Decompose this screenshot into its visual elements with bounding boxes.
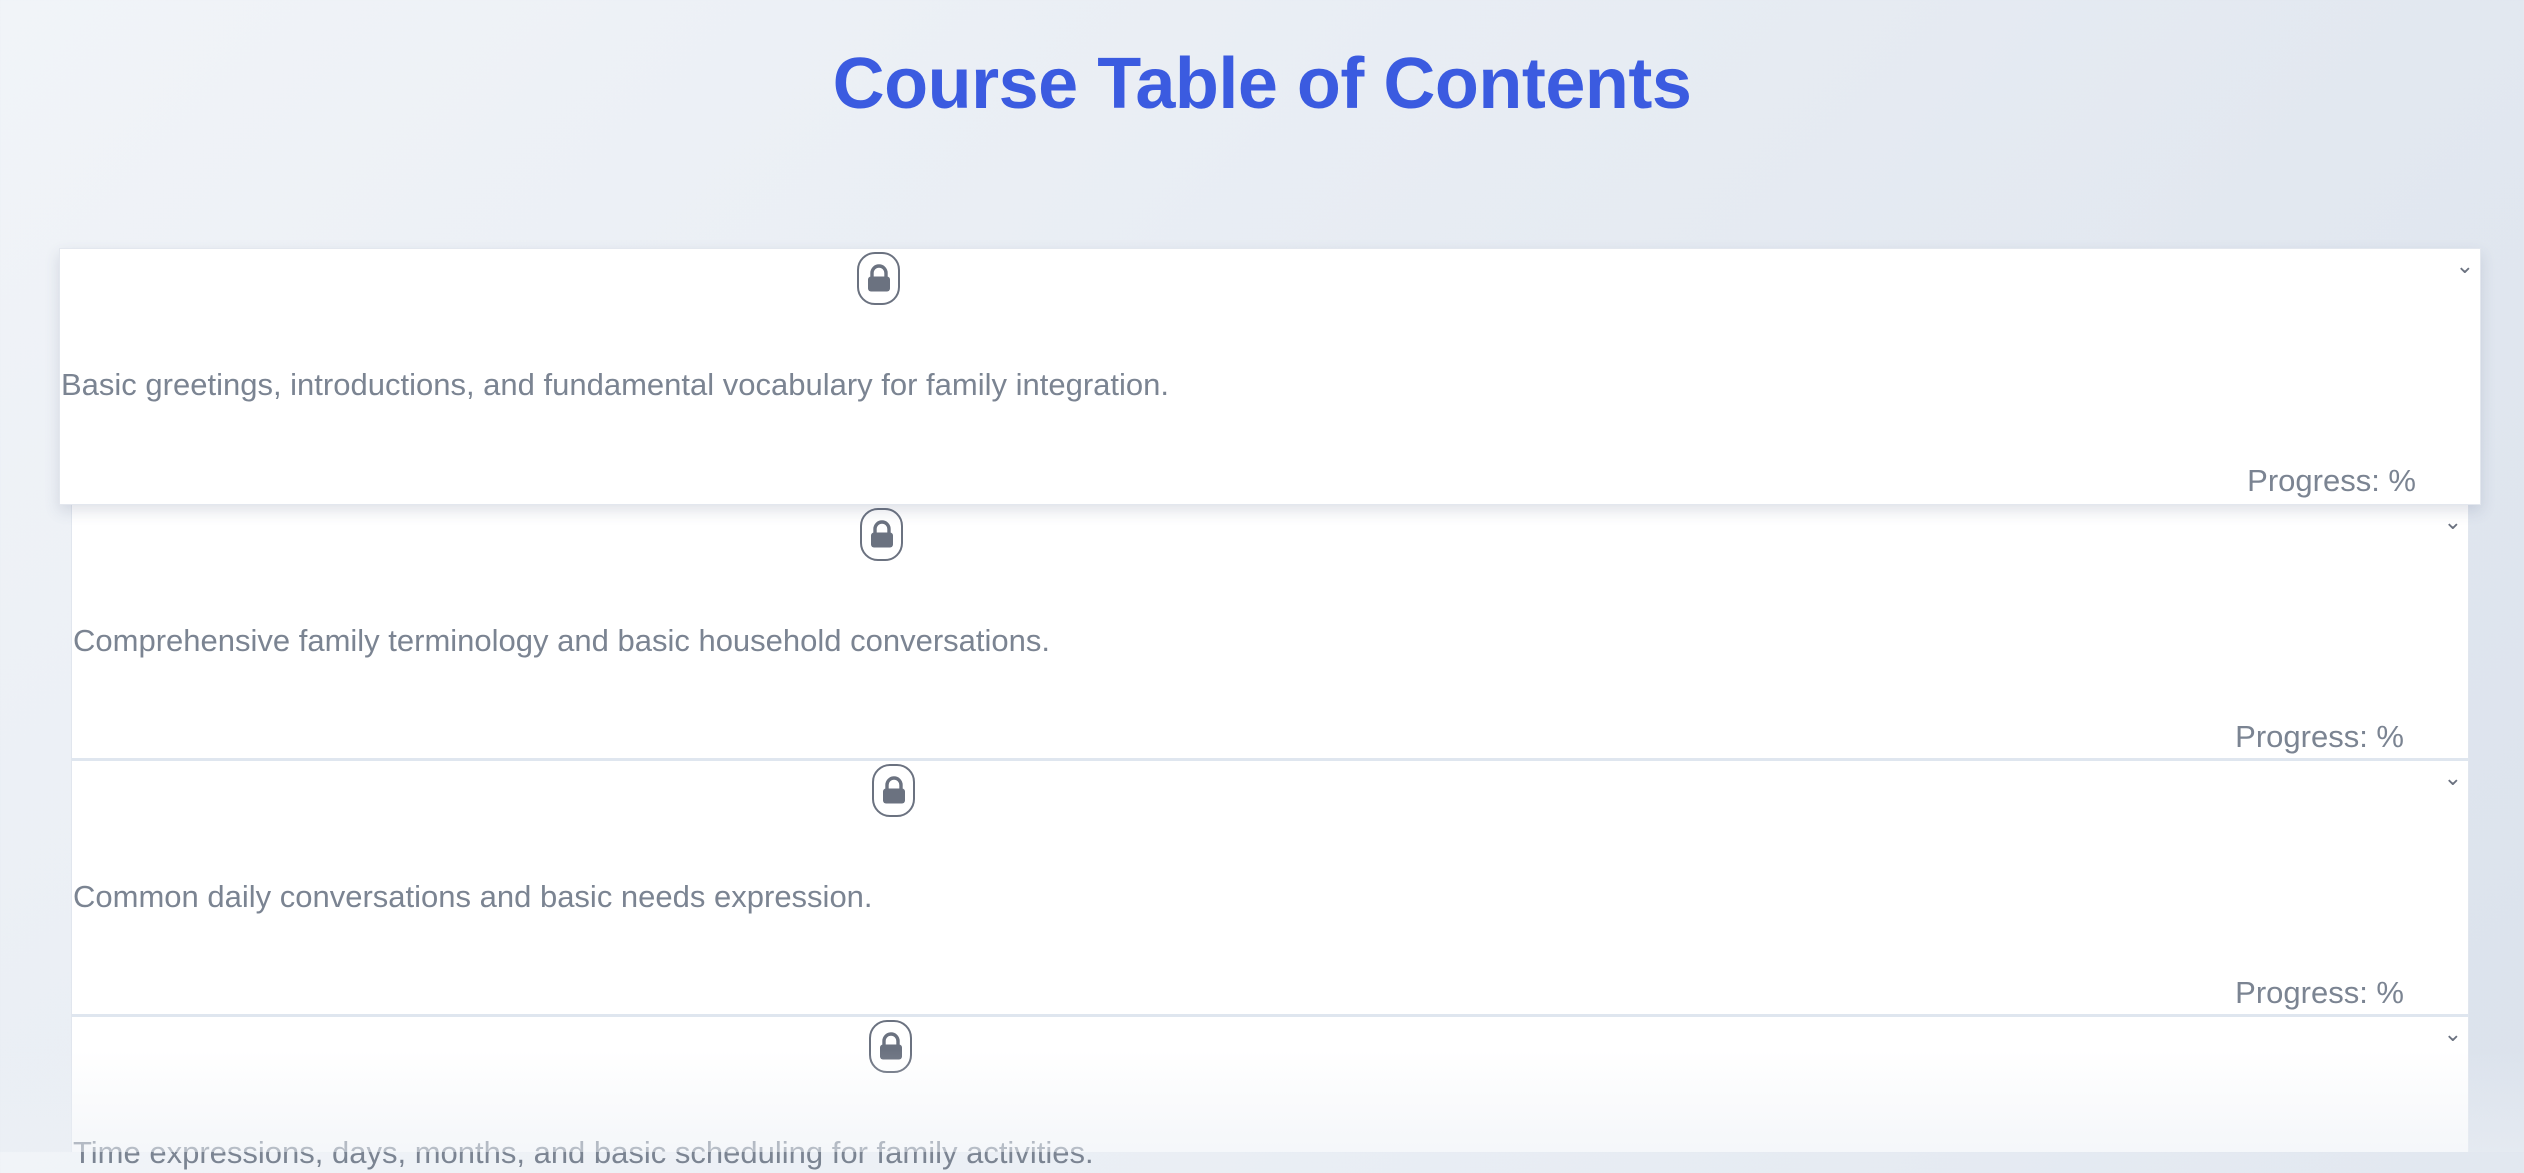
course-module-card[interactable]: ⌄ Comprehensive family terminology and b… (71, 505, 2469, 761)
module-description: Comprehensive family terminology and bas… (73, 623, 1051, 658)
chevron-down-icon[interactable]: ⌄ (2444, 767, 2462, 789)
course-module-card[interactable]: ⌄ Basic greetings, introductions, and fu… (59, 248, 2481, 505)
chevron-down-icon[interactable]: ⌄ (2444, 511, 2462, 533)
course-module-card[interactable]: ⌄ Common daily conversations and basic n… (71, 761, 2469, 1017)
chevron-down-icon[interactable]: ⌄ (2456, 255, 2474, 277)
module-progress: Progress: % (2235, 975, 2404, 1010)
lock-icon (869, 1020, 912, 1073)
lock-icon (860, 508, 903, 561)
module-progress: Progress: % (2235, 719, 2404, 754)
lock-icon (857, 252, 900, 305)
module-progress: Progress: % (2247, 463, 2416, 498)
module-description: Basic greetings, introductions, and fund… (61, 367, 1169, 402)
module-description: Common daily conversations and basic nee… (73, 879, 873, 914)
chevron-down-icon[interactable]: ⌄ (2444, 1023, 2462, 1045)
lock-icon (872, 764, 915, 817)
course-module-list: ⌄ Basic greetings, introductions, and fu… (0, 0, 2524, 1170)
module-description: Time expressions, days, months, and basi… (73, 1135, 1094, 1170)
course-module-card[interactable]: ⌄ Time expressions, days, months, and ba… (71, 1017, 2469, 1170)
